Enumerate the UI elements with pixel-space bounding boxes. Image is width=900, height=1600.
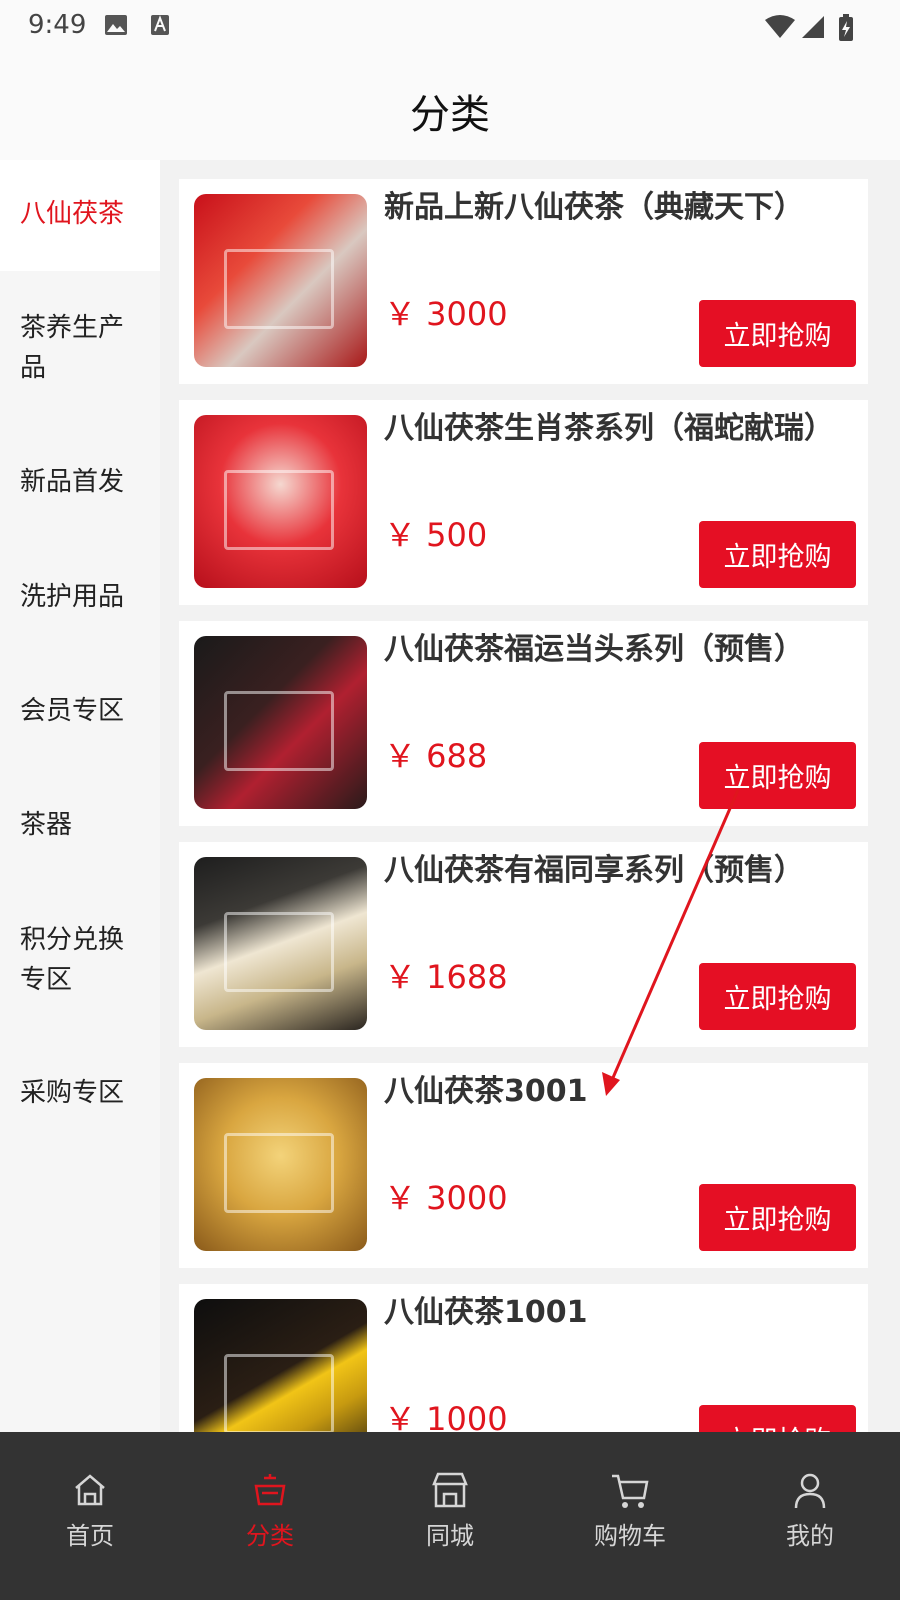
product-image[interactable] bbox=[194, 636, 367, 809]
product-image[interactable] bbox=[194, 1299, 367, 1432]
app-notification-icon bbox=[151, 15, 169, 35]
product-image[interactable] bbox=[194, 857, 367, 1030]
product-card[interactable]: 八仙茯茶有福同享系列（预售） ￥ 1688 立即抢购 bbox=[179, 842, 868, 1047]
tab-label: 我的 bbox=[786, 1522, 834, 1550]
sidebar-item-tea-ware[interactable]: 茶器 bbox=[0, 805, 160, 845]
product-image[interactable] bbox=[194, 415, 367, 588]
tab-profile[interactable]: 我的 bbox=[720, 1432, 900, 1600]
product-card[interactable]: 八仙茯茶生肖茶系列（福蛇献瑞） ￥ 500 立即抢购 bbox=[179, 400, 868, 605]
buy-now-button[interactable]: 立即抢购 bbox=[699, 1184, 856, 1251]
cart-icon bbox=[612, 1474, 649, 1508]
product-price: ￥ 3000 bbox=[384, 1179, 508, 1217]
sidebar-item-member-zone[interactable]: 会员专区 bbox=[0, 691, 160, 731]
tab-label: 分类 bbox=[246, 1522, 294, 1550]
page-title: 分类 bbox=[410, 92, 490, 138]
product-name: 八仙茯茶3001 bbox=[384, 1074, 588, 1109]
buy-now-button[interactable]: 立即抢购 bbox=[699, 963, 856, 1030]
signal-icon bbox=[802, 16, 824, 38]
header: 分类 bbox=[0, 50, 900, 160]
tab-home[interactable]: 首页 bbox=[0, 1432, 180, 1600]
sidebar-item-new-release[interactable]: 新品首发 bbox=[0, 462, 160, 502]
tab-label: 购物车 bbox=[594, 1522, 666, 1550]
sidebar-item-label: 会员专区 bbox=[20, 696, 125, 726]
store-icon bbox=[432, 1472, 468, 1508]
product-price: ￥ 1000 bbox=[384, 1400, 508, 1432]
product-price: ￥ 1688 bbox=[384, 958, 508, 996]
sidebar-item-label: 洗护用品 bbox=[20, 582, 125, 612]
tab-local[interactable]: 同城 bbox=[360, 1432, 540, 1600]
sidebar-item-label: 茶器 bbox=[20, 810, 73, 840]
product-price: ￥ 500 bbox=[384, 516, 488, 554]
product-card[interactable]: 八仙茯茶3001 ￥ 3000 立即抢购 bbox=[179, 1063, 868, 1268]
tab-cart[interactable]: 购物车 bbox=[540, 1432, 720, 1600]
product-list: 新品上新八仙茯茶（典藏天下） ￥ 3000 立即抢购 八仙茯茶生肖茶系列（福蛇献… bbox=[160, 160, 900, 1432]
sidebar-item-care-products[interactable]: 洗护用品 bbox=[0, 577, 160, 617]
home-icon bbox=[75, 1474, 105, 1506]
status-bar: 9:49 bbox=[0, 0, 900, 50]
tab-label: 同城 bbox=[426, 1522, 474, 1550]
product-image[interactable] bbox=[194, 1078, 367, 1251]
buy-now-button[interactable]: 立即抢购 bbox=[699, 742, 856, 809]
product-name: 八仙茯茶福运当头系列（预售） bbox=[384, 632, 804, 667]
product-card[interactable]: 八仙茯茶1001 ￥ 1000 立即抢购 bbox=[179, 1284, 868, 1432]
sidebar-item-points-exchange[interactable]: 积分兑换专区 bbox=[0, 920, 140, 1000]
tab-category[interactable]: 分类 bbox=[180, 1432, 360, 1600]
sidebar-item-label: 八仙茯茶 bbox=[20, 199, 125, 229]
wifi-icon bbox=[765, 15, 795, 38]
battery-icon bbox=[839, 14, 853, 41]
image-notification-icon bbox=[105, 15, 127, 35]
buy-now-button[interactable]: 立即抢购 bbox=[699, 300, 856, 367]
status-time: 9:49 bbox=[28, 10, 87, 40]
sidebar-item-label: 采购专区 bbox=[20, 1078, 125, 1108]
bottom-tab-bar: 首页 分类 同城 购物车 我的 bbox=[0, 1432, 900, 1600]
product-name: 八仙茯茶有福同享系列（预售） bbox=[384, 853, 804, 888]
product-name: 新品上新八仙茯茶（典藏天下） bbox=[384, 190, 804, 225]
category-sidebar: 八仙茯茶 茶养生产品 新品首发 洗护用品 会员专区 茶器 积分兑换专区 采购专区 bbox=[0, 160, 160, 1432]
category-teapot-icon bbox=[254, 1474, 286, 1506]
sidebar-item-label: 茶养生产品 bbox=[20, 313, 125, 383]
product-name: 八仙茯茶生肖茶系列（福蛇献瑞） bbox=[384, 411, 834, 446]
sidebar-item-baxian-fucha[interactable]: 八仙茯茶 bbox=[0, 160, 160, 271]
product-name: 八仙茯茶1001 bbox=[384, 1295, 588, 1330]
sidebar-item-purchase-zone[interactable]: 采购专区 bbox=[0, 1073, 160, 1113]
profile-icon bbox=[794, 1473, 826, 1509]
tab-label: 首页 bbox=[66, 1522, 114, 1550]
sidebar-item-tea-health[interactable]: 茶养生产品 bbox=[0, 308, 140, 388]
buy-now-button[interactable]: 立即抢购 bbox=[699, 1405, 856, 1432]
product-image[interactable] bbox=[194, 194, 367, 367]
product-card[interactable]: 八仙茯茶福运当头系列（预售） ￥ 688 立即抢购 bbox=[179, 621, 868, 826]
product-card[interactable]: 新品上新八仙茯茶（典藏天下） ￥ 3000 立即抢购 bbox=[179, 179, 868, 384]
product-price: ￥ 688 bbox=[384, 737, 488, 775]
sidebar-item-label: 新品首发 bbox=[20, 467, 125, 497]
product-price: ￥ 3000 bbox=[384, 295, 508, 333]
buy-now-button[interactable]: 立即抢购 bbox=[699, 521, 856, 588]
sidebar-item-label: 积分兑换专区 bbox=[20, 925, 125, 995]
